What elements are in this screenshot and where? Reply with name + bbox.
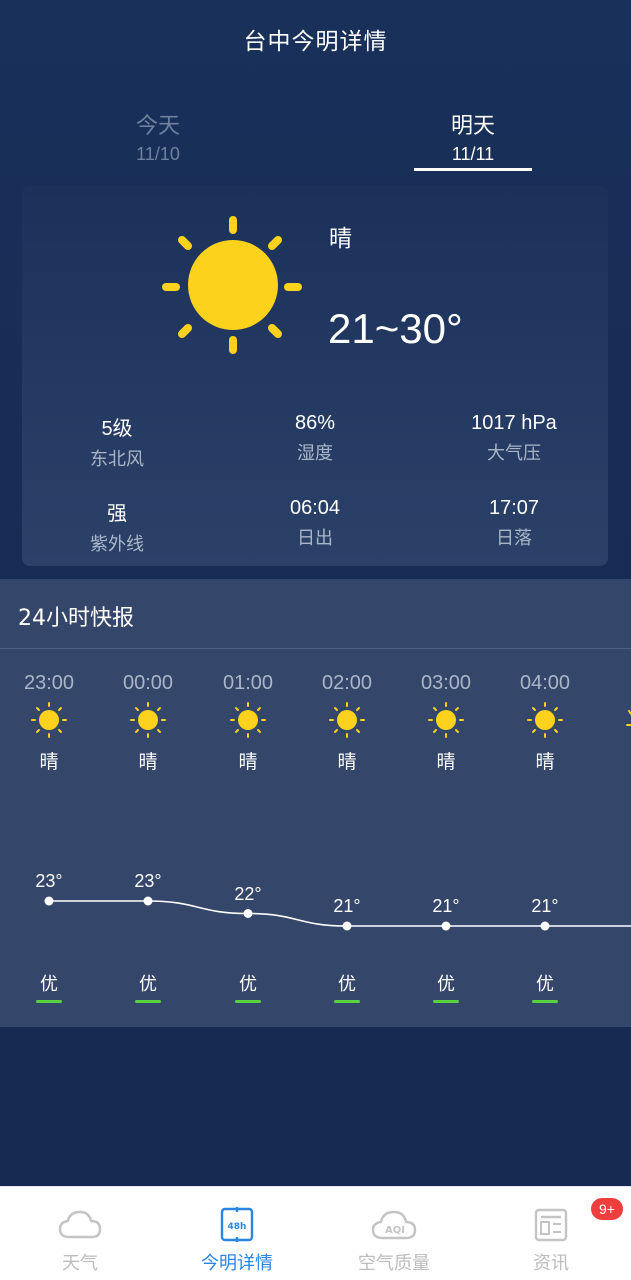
hour-condition: 晴 bbox=[39, 751, 59, 773]
sun-icon bbox=[329, 702, 365, 738]
page-title: 台中今明详情 bbox=[243, 29, 388, 55]
temperature-range: 21~30° bbox=[328, 305, 463, 352]
hour-condition: 晴 bbox=[337, 751, 357, 773]
temperature-point bbox=[540, 921, 550, 931]
stat-wind: 5级 东北风 bbox=[17, 412, 217, 471]
temperature-point bbox=[44, 896, 54, 906]
hour-column: 00:00 晴 bbox=[108, 672, 188, 774]
news-icon bbox=[534, 1208, 568, 1242]
hour-aqi: 优 bbox=[239, 974, 257, 995]
temperature-label: 23° bbox=[35, 871, 63, 891]
aqi-good-bar bbox=[532, 1000, 558, 1003]
aqi-good-bar bbox=[135, 1000, 161, 1003]
hour-time: 02:00 bbox=[321, 672, 373, 694]
stat-sunset: 17:07 日落 bbox=[414, 497, 614, 550]
temperature-point bbox=[441, 921, 451, 931]
stat-label: 大气压 bbox=[487, 443, 541, 464]
sun-icon bbox=[527, 702, 563, 738]
hour-time: 00:00 bbox=[122, 672, 174, 694]
hour-time: 01:00 bbox=[222, 672, 274, 694]
details-page: 台中今明详情 今天 11/10 明天 11/11 晴 21~30° 5级 东北风… bbox=[0, 0, 631, 1280]
stat-value: 5级 bbox=[101, 418, 133, 440]
hour-condition: 晴 bbox=[436, 751, 456, 773]
stat-value: 86% bbox=[294, 412, 336, 434]
temperature-point bbox=[243, 909, 253, 918]
active-tab-indicator bbox=[414, 168, 532, 171]
bottom-navigation: 天气 48h 今明详情 AQI 空气质量 资讯 bbox=[0, 1186, 631, 1280]
svg-text:48h: 48h bbox=[228, 1222, 247, 1232]
hourly-forecast-panel[interactable] bbox=[0, 579, 631, 1027]
tab-tomorrow-date: 11/11 bbox=[451, 144, 495, 164]
stat-label: 日落 bbox=[496, 528, 532, 549]
hour-aqi: 优 bbox=[139, 974, 157, 995]
hour-condition: 晴 bbox=[535, 751, 555, 773]
stat-label: 东北风 bbox=[90, 449, 144, 470]
hour-time: 03:00 bbox=[420, 672, 472, 694]
nav-label: 今明详情 bbox=[201, 1253, 273, 1274]
stat-sunrise: 06:04 日出 bbox=[215, 497, 415, 550]
stat-uv: 强 紫外线 bbox=[17, 497, 217, 556]
sun-icon bbox=[162, 216, 302, 354]
temperature-point bbox=[143, 896, 153, 906]
aqi-cloud-icon: AQI bbox=[371, 1210, 417, 1240]
hour-time-partial: 0 bbox=[608, 672, 631, 695]
nav-item-details[interactable]: 48h 今明详情 bbox=[167, 1207, 307, 1275]
divider bbox=[0, 648, 631, 649]
tab-today-label: 今天 bbox=[135, 114, 180, 139]
nav-item-air-quality[interactable]: AQI 空气质量 bbox=[324, 1207, 464, 1275]
sun-icon bbox=[31, 702, 67, 738]
tab-tomorrow[interactable]: 明天 11/11 bbox=[393, 108, 553, 165]
tab-today-date: 11/10 bbox=[136, 144, 180, 164]
hour-aqi: 优 bbox=[536, 974, 554, 995]
temperature-label: 23° bbox=[134, 871, 162, 891]
temperature-label: 21° bbox=[333, 896, 361, 916]
hour-column: 03:00 晴 bbox=[406, 672, 486, 774]
temperature-point bbox=[342, 921, 352, 931]
hour-aqi: 优 bbox=[338, 974, 356, 995]
sun-icon bbox=[428, 702, 464, 738]
stat-pressure: 1017 hPa 大气压 bbox=[414, 412, 614, 465]
nav-label: 资讯 bbox=[533, 1253, 569, 1274]
hour-column: 01:00 晴 bbox=[208, 672, 288, 774]
stat-humidity: 86% 湿度 bbox=[215, 412, 415, 465]
condition-text: 晴 bbox=[329, 226, 352, 252]
hour-column-partial: 0 bbox=[608, 672, 631, 695]
hour-column: 23:00 晴 bbox=[9, 672, 89, 774]
hour-aqi: 优 bbox=[437, 974, 455, 995]
stat-label: 日出 bbox=[297, 528, 333, 549]
stat-value: 1017 hPa bbox=[471, 412, 557, 434]
hour-condition: 晴 bbox=[238, 751, 258, 773]
aqi-good-bar bbox=[36, 1000, 62, 1003]
hourly-title: 24小时快报 bbox=[18, 606, 134, 631]
temperature-label: 22° bbox=[234, 883, 262, 904]
hour-time: 04:00 bbox=[519, 672, 571, 694]
news-badge: 9+ bbox=[591, 1198, 623, 1220]
hour-aqi: 优 bbox=[40, 974, 58, 995]
48h-icon: 48h bbox=[220, 1207, 254, 1242]
stat-value: 强 bbox=[107, 503, 127, 525]
stat-value: 06:04 bbox=[289, 497, 341, 519]
aqi-good-bar bbox=[334, 1000, 360, 1003]
cloud-icon bbox=[58, 1210, 102, 1239]
sun-icon bbox=[130, 702, 166, 738]
stat-value: 17:07 bbox=[488, 497, 540, 519]
nav-item-weather[interactable]: 天气 bbox=[10, 1207, 150, 1275]
hour-condition: 晴 bbox=[138, 751, 158, 773]
nav-label: 空气质量 bbox=[358, 1253, 430, 1274]
hour-column: 02:00 晴 bbox=[307, 672, 387, 774]
stat-label: 湿度 bbox=[297, 443, 333, 464]
hour-column: 04:00 晴 bbox=[505, 672, 585, 774]
hour-time: 23:00 bbox=[23, 672, 75, 694]
temperature-label: 21° bbox=[432, 896, 460, 916]
temperature-label: 21° bbox=[531, 896, 559, 916]
nav-label: 天气 bbox=[62, 1253, 98, 1274]
aqi-good-bar bbox=[235, 1000, 261, 1003]
stat-label: 紫外线 bbox=[90, 534, 144, 555]
svg-text:AQI: AQI bbox=[385, 1225, 405, 1236]
tab-today[interactable]: 今天 11/10 bbox=[78, 108, 238, 165]
aqi-good-bar bbox=[433, 1000, 459, 1003]
sun-icon-partial bbox=[626, 710, 631, 726]
sun-icon bbox=[230, 702, 266, 738]
tab-tomorrow-label: 明天 bbox=[450, 114, 495, 139]
